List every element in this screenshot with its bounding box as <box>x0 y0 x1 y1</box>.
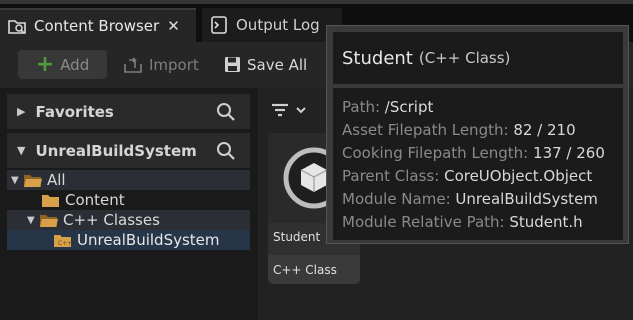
import-label: Import <box>149 55 199 74</box>
tooltip-key: Cooking Filepath Length: <box>342 144 529 162</box>
asset-tooltip: Student (C++ Class) Path: /Script Asset … <box>326 25 629 244</box>
add-button[interactable]: + Add <box>18 50 107 79</box>
tooltip-row-asset-filepath-length: Asset Filepath Length: 82 / 210 <box>342 119 614 142</box>
project-section[interactable]: ▼ UnrealBuildSystem <box>7 133 250 168</box>
favorites-label: Favorites <box>35 102 114 121</box>
tree-item-content[interactable]: Content <box>7 190 250 210</box>
tree-item-label: Content <box>65 191 125 209</box>
search-icon[interactable] <box>216 141 236 165</box>
folder-open-icon <box>39 213 59 228</box>
tooltip-row-module-relative-path: Module Relative Path: Student.h <box>342 211 614 234</box>
chevron-right-icon: ▶ <box>17 105 26 118</box>
chevron-down-icon <box>296 107 306 114</box>
tab-output-log[interactable]: Output Log <box>202 8 342 42</box>
tooltip-key: Parent Class: <box>342 167 440 185</box>
search-icon[interactable] <box>216 102 236 126</box>
tooltip-value: 137 / 260 <box>533 144 605 162</box>
tooltip-row-module-name: Module Name: UnrealBuildSystem <box>342 188 614 211</box>
tree-item-label: All <box>47 171 66 189</box>
add-label: Add <box>60 55 90 74</box>
save-all-label: Save All <box>247 55 308 74</box>
save-icon <box>225 57 240 72</box>
tooltip-key: Module Relative Path: <box>342 213 505 231</box>
tab-content-browser[interactable]: Content Browser ✕ <box>0 8 196 42</box>
tooltip-value: Student.h <box>509 213 583 231</box>
plus-icon: + <box>35 51 55 77</box>
tooltip-subtitle: (C++ Class) <box>418 49 511 67</box>
tooltip-value: /Script <box>384 98 434 116</box>
tooltip-row-cooking-filepath-length: Cooking Filepath Length: 137 / 260 <box>342 142 614 165</box>
import-icon <box>124 56 142 73</box>
asset-type: C++ Class <box>273 263 337 277</box>
project-label: UnrealBuildSystem <box>35 141 197 160</box>
tree-item-label: UnrealBuildSystem <box>77 231 220 249</box>
svg-text:C++: C++ <box>58 240 72 247</box>
asset-name: Student <box>273 230 321 244</box>
tooltip-row-path: Path: /Script <box>342 96 614 119</box>
tree-item-unrealbuildsystem[interactable]: C++ UnrealBuildSystem <box>7 230 250 250</box>
tooltip-value: 82 / 210 <box>513 121 576 139</box>
cpp-folder-icon: C++ <box>53 233 73 248</box>
tooltip-title: Student <box>342 47 413 69</box>
tooltip-key: Path: <box>342 98 381 116</box>
tooltip-header: Student (C++ Class) <box>333 32 623 84</box>
tooltip-key: Module Name: <box>342 190 451 208</box>
tab-label: Content Browser <box>34 17 160 35</box>
chevron-down-icon: ▼ <box>27 214 35 226</box>
folder-icon <box>41 193 61 208</box>
save-all-button[interactable]: Save All <box>224 50 307 79</box>
import-button[interactable]: Import <box>123 50 199 79</box>
chevron-down-icon: ▼ <box>17 144 26 157</box>
content-browser-icon <box>7 16 27 36</box>
chevron-down-icon: ▼ <box>11 174 19 186</box>
filter-icon <box>272 103 288 117</box>
folder-open-icon <box>23 173 43 188</box>
filter-button[interactable] <box>269 94 329 126</box>
tree-item-cpp-classes[interactable]: ▼ C++ Classes <box>7 210 250 230</box>
tooltip-value: CoreUObject.Object <box>444 167 593 185</box>
tree-item-label: C++ Classes <box>63 211 160 229</box>
tree-item-all[interactable]: ▼ All <box>7 170 250 190</box>
tooltip-key: Asset Filepath Length: <box>342 121 509 139</box>
tooltip-row-parent-class: Parent Class: CoreUObject.Object <box>342 165 614 188</box>
output-log-icon <box>209 15 229 35</box>
close-icon[interactable]: ✕ <box>167 17 180 35</box>
tab-label: Output Log <box>236 16 320 34</box>
favorites-section[interactable]: ▶ Favorites <box>7 94 250 129</box>
tooltip-value: UnrealBuildSystem <box>455 190 598 208</box>
tooltip-details: Path: /Script Asset Filepath Length: 82 … <box>333 88 623 240</box>
